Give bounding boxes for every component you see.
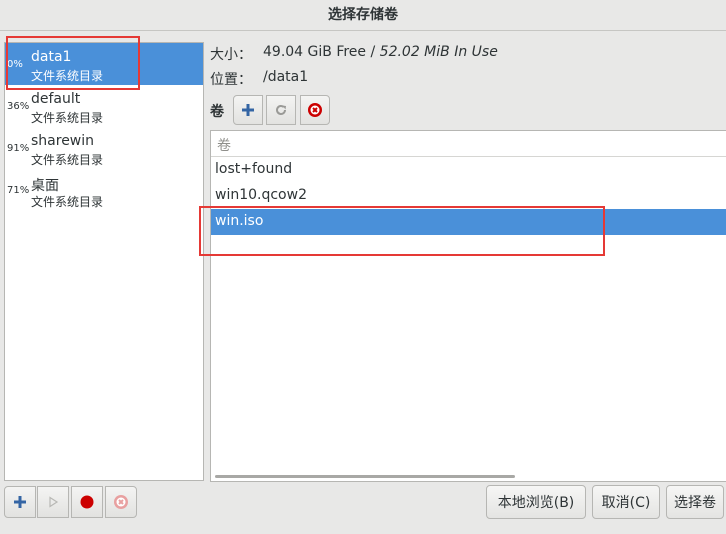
delete-icon <box>308 103 322 117</box>
plus-icon <box>242 104 254 116</box>
pool-usage-percent: 36% <box>7 101 30 112</box>
pool-name: sharewin <box>31 133 95 149</box>
horizontal-scrollbar[interactable] <box>215 475 515 478</box>
volume-name: lost+found <box>215 161 293 177</box>
size-free-text: 49.04 GiB Free / <box>263 44 380 60</box>
pool-type: 文件系统目录 <box>31 153 104 167</box>
pool-type: 文件系统目录 <box>31 111 104 125</box>
pool-item-sharewin[interactable]: 91% sharewin 文件系统目录 <box>5 127 203 169</box>
volumes-section-label: 卷 <box>210 104 224 120</box>
title-bar: 选择存储卷 <box>0 0 726 31</box>
location-label: 位置： <box>210 72 252 88</box>
delete-icon <box>114 495 128 509</box>
pool-usage-percent: 91% <box>7 143 30 154</box>
pool-type: 文件系统目录 <box>31 195 104 209</box>
add-volume-button[interactable] <box>233 95 263 125</box>
cancel-button[interactable]: 取消(C) <box>592 485 660 519</box>
highlight-box-pool <box>6 36 140 90</box>
refresh-icon <box>276 105 286 115</box>
refresh-volumes-button[interactable] <box>266 95 296 125</box>
choose-volume-button[interactable]: 选择卷 <box>666 485 724 519</box>
record-icon <box>80 495 94 509</box>
highlight-box-volume <box>199 206 605 256</box>
delete-volume-button[interactable] <box>300 95 330 125</box>
volume-table[interactable]: 卷 lost+found win10.qcow2 win.iso <box>210 130 726 482</box>
volume-row-lost-found[interactable]: lost+found <box>211 157 726 183</box>
pool-name: 桌面 <box>31 178 59 194</box>
size-value: 49.04 GiB Free / 52.02 MiB In Use <box>263 44 498 60</box>
volume-column-header[interactable]: 卷 <box>211 131 726 157</box>
volume-name: win10.qcow2 <box>215 187 307 203</box>
add-pool-button[interactable] <box>4 486 36 518</box>
location-value: /data1 <box>263 69 309 85</box>
pool-usage-percent: 71% <box>7 185 30 196</box>
volume-column-header-label: 卷 <box>217 138 231 154</box>
plus-icon <box>14 496 26 508</box>
browse-local-button[interactable]: 本地浏览(B) <box>486 485 586 519</box>
storage-pool-list[interactable]: 0% data1 文件系统目录 36% default 文件系统目录 91% s… <box>4 42 204 481</box>
pool-item-desktop[interactable]: 71% 桌面 文件系统目录 <box>5 169 203 211</box>
delete-pool-button[interactable] <box>105 486 137 518</box>
start-pool-button[interactable] <box>37 486 69 518</box>
size-in-use-text: 52.02 MiB In Use <box>379 44 498 60</box>
size-label: 大小： <box>210 47 252 63</box>
pool-name: default <box>31 91 81 107</box>
window-title: 选择存储卷 <box>328 7 398 23</box>
play-icon <box>49 496 59 508</box>
pool-item-default[interactable]: 36% default 文件系统目录 <box>5 85 203 127</box>
stop-pool-button[interactable] <box>71 486 103 518</box>
